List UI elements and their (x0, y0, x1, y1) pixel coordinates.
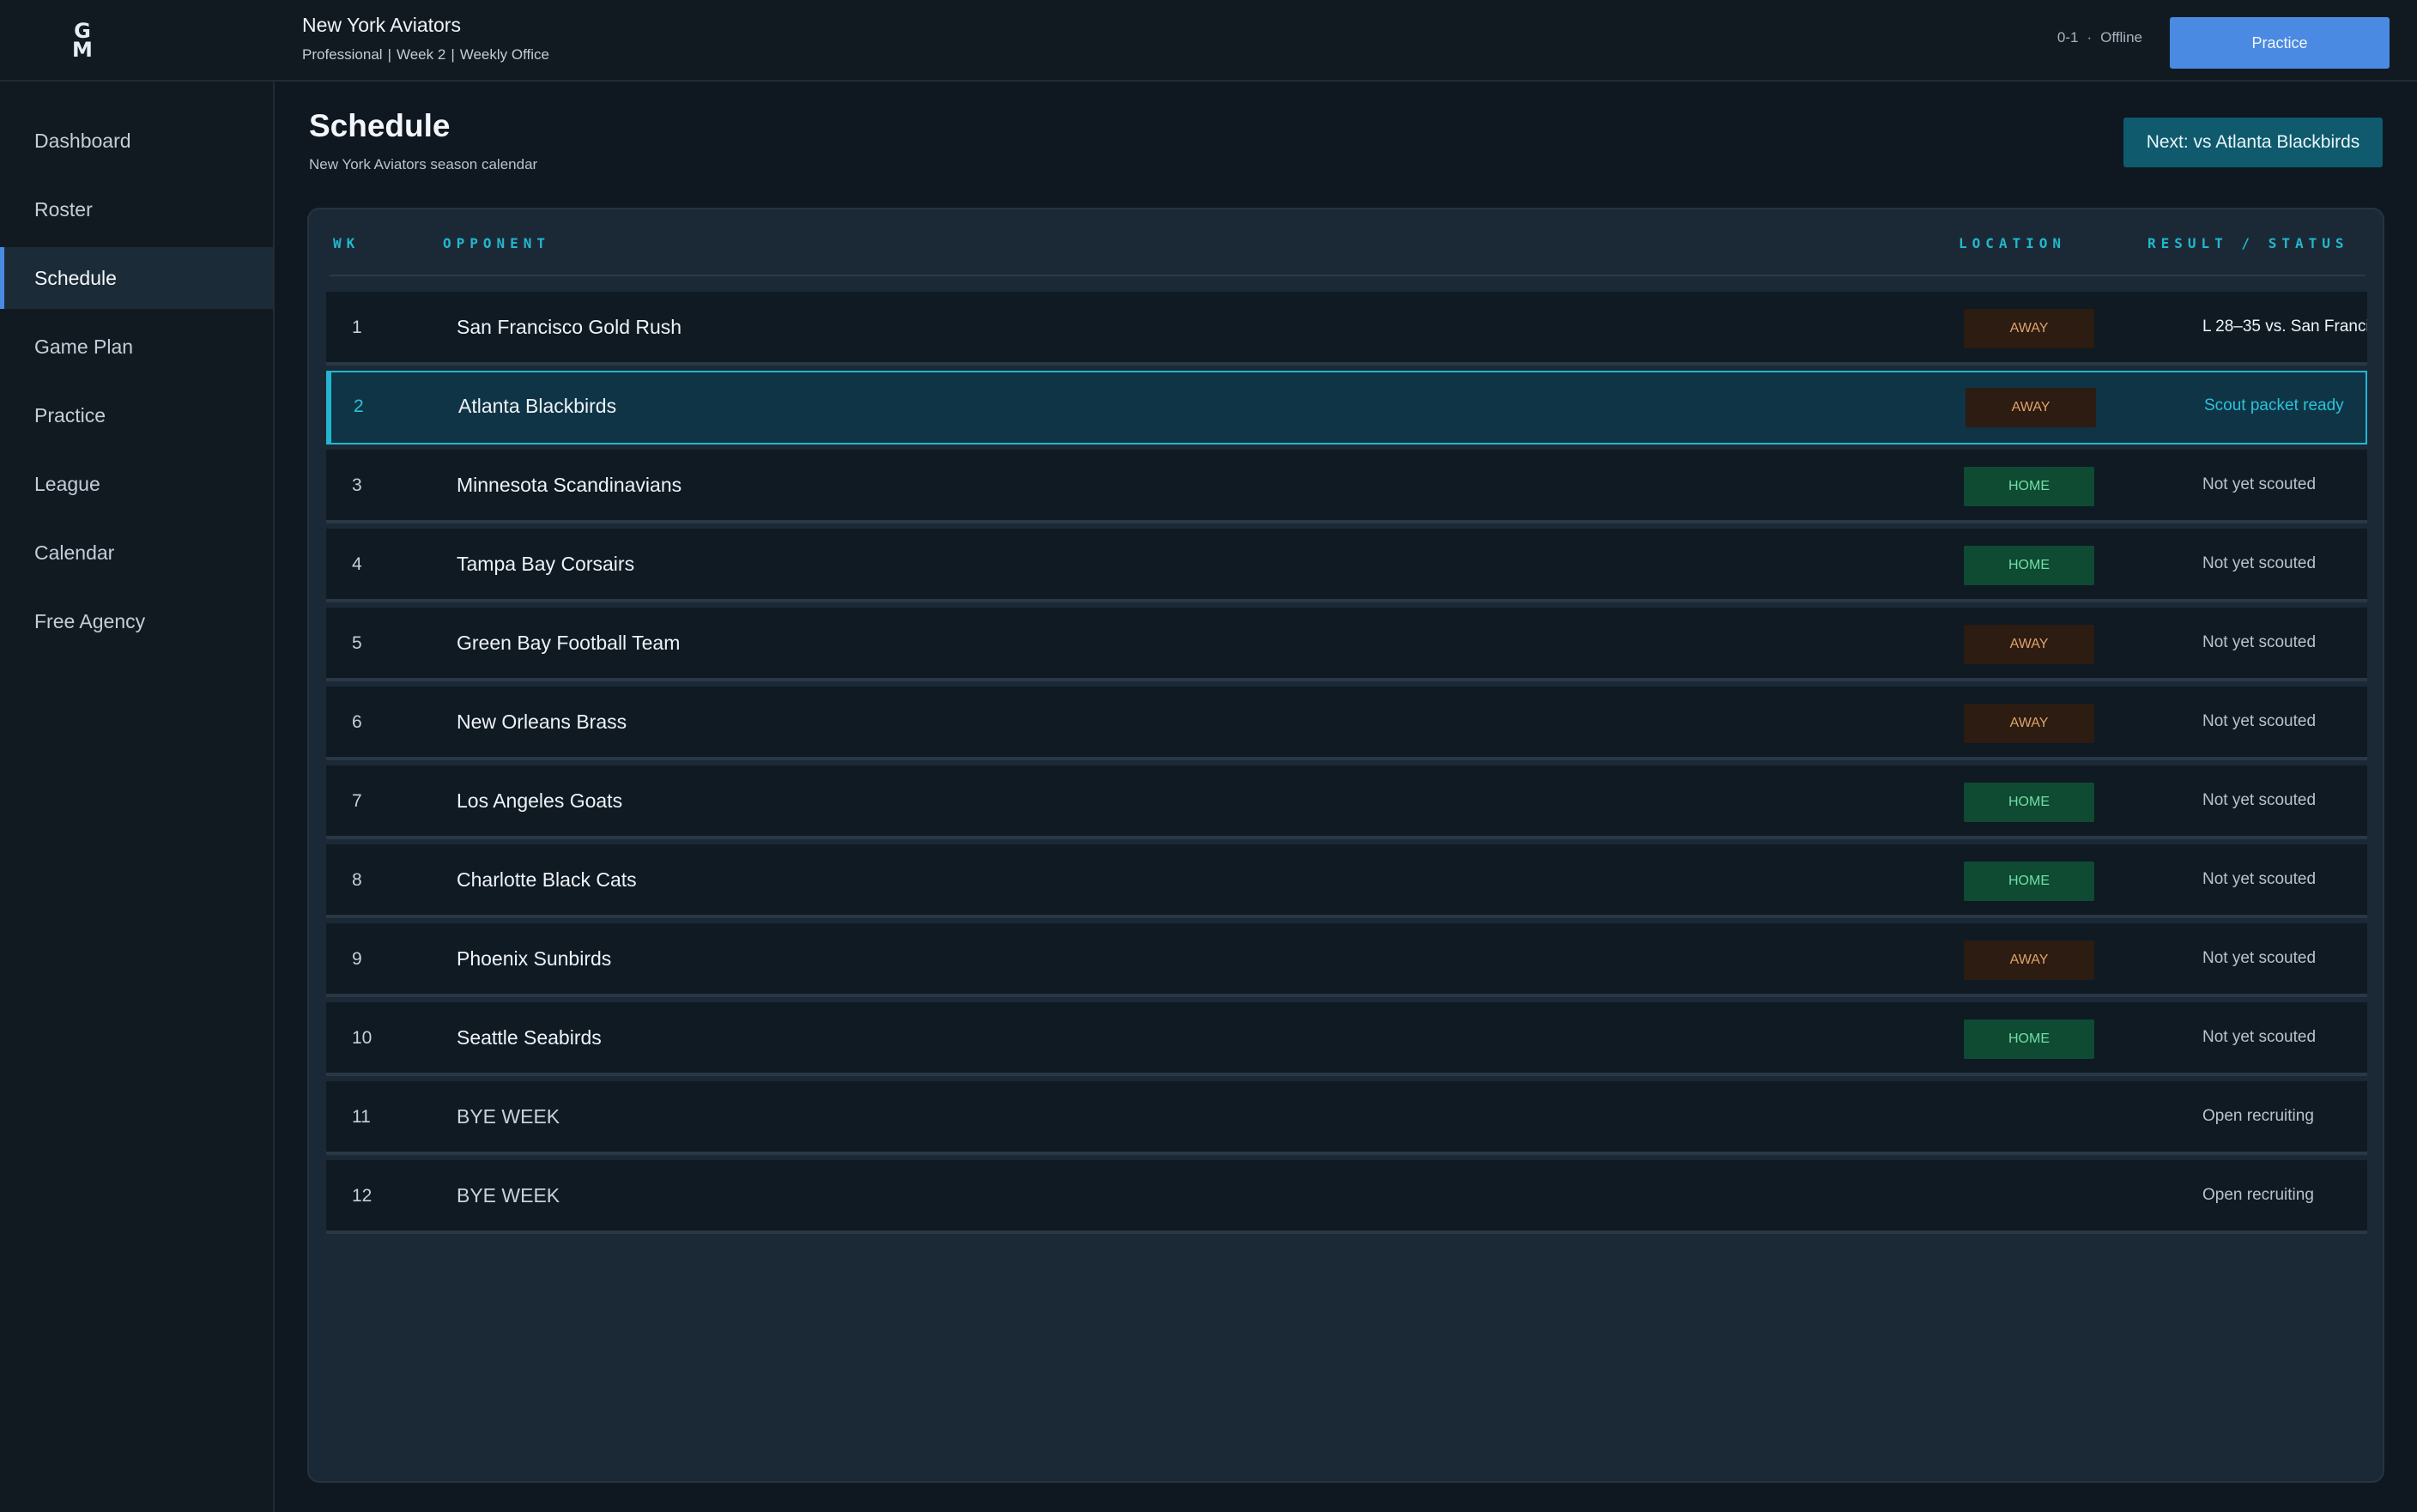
table-row[interactable]: 6 New Orleans Brass AWAY Not yet scouted (326, 686, 2367, 760)
week-number: 2 (354, 396, 364, 416)
sidebar-item-practice[interactable]: Practice (0, 384, 273, 446)
sidebar-item-calendar[interactable]: Calendar (0, 522, 273, 584)
sidebar-item-schedule[interactable]: Schedule (0, 247, 273, 309)
sidebar-item-free-agency[interactable]: Free Agency (0, 590, 273, 652)
scouting-status: Not yet scouted (2202, 949, 2317, 967)
next-game-button[interactable]: Next: vs Atlanta Blackbirds (2123, 118, 2383, 167)
scouting-status[interactable]: Scout packet ready (2204, 396, 2369, 415)
table-row[interactable]: 11 BYE WEEK Open recruiting (326, 1081, 2367, 1155)
table-row[interactable]: 4 Tampa Bay Corsairs HOME Not yet scouted (326, 529, 2367, 602)
week-number: 5 (352, 633, 362, 653)
sidebar-item-league[interactable]: League (0, 453, 273, 515)
table-row[interactable]: 1 San Francisco Gold Rush AWAY L 28–35 vs. … (326, 292, 2367, 366)
opponent-name: Tampa Bay Corsairs (457, 553, 635, 575)
opponent-name: BYE WEEK (457, 1105, 560, 1128)
location-badge: AWAY (1966, 388, 2096, 427)
location-badge: HOME (1964, 1019, 2094, 1059)
location-badge: AWAY (1964, 625, 2094, 664)
table-row[interactable]: 10 Seattle Seabirds HOME Not yet scouted (326, 1002, 2367, 1076)
connection-status: Offline (2100, 29, 2142, 45)
week-number: 12 (352, 1186, 373, 1206)
sidebar-item-dashboard[interactable]: Dashboard (0, 110, 273, 172)
league-level: Professional (302, 46, 383, 63)
scouting-status: Not yet scouted (2202, 712, 2317, 730)
scouting-status: Not yet scouted (2202, 791, 2317, 809)
table-row[interactable]: 12 BYE WEEK Open recruiting (326, 1160, 2367, 1234)
current-week: Week 2 (396, 46, 446, 63)
opponent-name: Charlotte Black Cats (457, 868, 637, 891)
week-number: 3 (352, 475, 362, 495)
location-badge: AWAY (1964, 704, 2094, 743)
page-subtitle: New York Aviators season calendar (309, 156, 538, 172)
opponent-name: Los Angeles Goats (457, 789, 623, 812)
current-phase: Weekly Office (459, 46, 549, 63)
week-number: 1 (352, 318, 362, 337)
sidebar: Dashboard Roster Schedule Game Plan Prac… (0, 82, 275, 1512)
opponent-name: Seattle Seabirds (457, 1026, 602, 1049)
gm-logo-icon[interactable]: G M (69, 19, 96, 62)
table-row[interactable]: 9 Phoenix Sunbirds AWAY Not yet scouted (326, 923, 2367, 997)
scouting-status: Not yet scouted (2202, 870, 2317, 888)
week-number: 6 (352, 712, 362, 732)
opponent-name: Atlanta Blackbirds (458, 395, 617, 417)
week-number: 10 (352, 1028, 373, 1048)
location-badge: HOME (1964, 862, 2094, 901)
opponent-name: Green Bay Football Team (457, 632, 681, 654)
location-badge: HOME (1964, 467, 2094, 506)
separator: | (387, 46, 391, 63)
practice-button[interactable]: Practice (2170, 17, 2390, 69)
scouting-status: Not yet scouted (2202, 1028, 2317, 1046)
opponent-name: San Francisco Gold Rush (457, 316, 682, 338)
separator: · (2087, 29, 2093, 45)
week-number: 11 (352, 1107, 371, 1127)
scouting-status: Not yet scouted (2202, 633, 2317, 651)
week-number: 7 (352, 791, 362, 811)
separator: | (451, 46, 455, 63)
table-header: WK OPPONENT LOCATION RESULT / STATUS (330, 209, 2366, 276)
top-bar: G M New York Aviators Professional | Wee… (0, 0, 2417, 82)
team-name: New York Aviators (302, 14, 461, 36)
column-header-wk: WK (333, 235, 360, 251)
week-number: 8 (352, 870, 362, 890)
page-title: Schedule (309, 108, 451, 143)
location-badge: HOME (1964, 783, 2094, 822)
week-number: 9 (352, 949, 362, 969)
opponent-name: BYE WEEK (457, 1184, 560, 1207)
location-badge: AWAY (1964, 309, 2094, 348)
column-header-status: RESULT / STATUS (2147, 235, 2349, 251)
scouting-status: Open recruiting (2202, 1186, 2314, 1204)
table-row[interactable]: 2 Atlanta Blackbirds AWAY Scout packet read… (326, 371, 2367, 445)
team-context: Professional | Week 2 | Weekly Office (302, 46, 549, 64)
column-header-location: LOCATION (1959, 235, 2067, 251)
table-row[interactable]: 3 Minnesota Scandinavians HOME Not yet scou… (326, 450, 2367, 523)
sidebar-item-game-plan[interactable]: Game Plan (0, 316, 273, 378)
scouting-status: Open recruiting (2202, 1107, 2314, 1125)
game-result: L 28–35 vs. San Francisco Gold Rush (2202, 318, 2367, 336)
opponent-name: Minnesota Scandinavians (457, 474, 682, 496)
scouting-status: Not yet scouted (2202, 554, 2317, 572)
week-number: 4 (352, 554, 362, 574)
sidebar-item-roster[interactable]: Roster (0, 178, 273, 240)
team-record: 0-1 (2057, 29, 2079, 45)
location-badge: HOME (1964, 546, 2094, 585)
table-row[interactable]: 8 Charlotte Black Cats HOME Not yet scouted (326, 844, 2367, 918)
opponent-name: Phoenix Sunbirds (457, 947, 612, 970)
opponent-name: New Orleans Brass (457, 711, 627, 733)
table-row[interactable]: 7 Los Angeles Goats HOME Not yet scouted (326, 765, 2367, 839)
location-badge: AWAY (1964, 940, 2094, 980)
logo-letter-bottom: M (72, 38, 93, 62)
column-header-opponent: OPPONENT (443, 235, 551, 251)
table-row[interactable]: 5 Green Bay Football Team AWAY Not yet scou… (326, 608, 2367, 681)
record-status: 0-1 · Offline (2057, 29, 2142, 46)
schedule-table: WK OPPONENT LOCATION RESULT / STATUS 1 Sa… (307, 208, 2384, 1483)
scouting-status: Not yet scouted (2202, 475, 2317, 493)
